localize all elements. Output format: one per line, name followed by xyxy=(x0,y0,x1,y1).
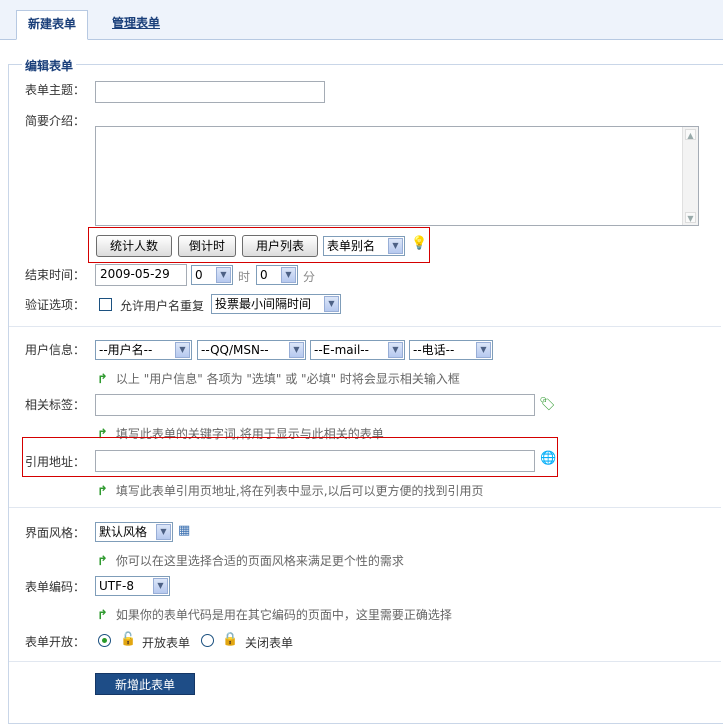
user-list-button[interactable]: 用户列表 xyxy=(242,235,318,257)
minute-value: 0 xyxy=(260,268,268,282)
tag-icon[interactable]: 🏷 xyxy=(539,398,556,412)
vote-interval-select[interactable]: 投票最小间隔时间 ▼ xyxy=(211,294,341,314)
encoding-hint-text: 如果你的表单代码是用在其它编码的页面中，这里需要正确选择 xyxy=(115,608,452,622)
ref-url-hint: ↱ 填写此表单引用页地址,将在列表中显示,以后可以更方便的找到引用页 xyxy=(97,482,484,499)
end-date-input[interactable]: 2009-05-29 xyxy=(95,264,187,286)
hour-value: 0 xyxy=(195,268,203,282)
hint-arrow-icon: ↱ xyxy=(97,484,108,499)
encoding-value: UTF-8 xyxy=(99,579,134,593)
open-label: 表单开放： xyxy=(25,635,86,649)
encoding-hint: ↱ 如果你的表单代码是用在其它编码的页面中，这里需要正确选择 xyxy=(97,606,452,623)
hint-arrow-icon: ↱ xyxy=(97,554,108,569)
ref-url-label: 引用地址： xyxy=(25,455,86,469)
allow-dup-label: 允许用户名重复 xyxy=(120,299,205,313)
style-select[interactable]: 默认风格 ▼ xyxy=(95,522,173,542)
userinfo-phone-value: --电话-- xyxy=(413,343,455,357)
verify-label: 验证选项： xyxy=(25,298,86,312)
userinfo-username-select[interactable]: --用户名-- ▼ xyxy=(95,340,192,360)
globe-icon[interactable]: 🌐 xyxy=(540,452,556,466)
chevron-down-icon: ▼ xyxy=(388,238,403,254)
chevron-down-icon: ▼ xyxy=(175,342,190,358)
tags-label: 相关标签： xyxy=(25,398,86,412)
style-hint-text: 你可以在这里选择合适的页面风格来满足更个性的需求 xyxy=(115,554,404,568)
hint-arrow-icon: ↱ xyxy=(97,372,108,387)
encoding-label: 表单编码： xyxy=(25,580,86,594)
chevron-down-icon: ▼ xyxy=(324,296,339,312)
userinfo-qq-value: --QQ/MSN-- xyxy=(201,343,269,357)
scroll-down-icon[interactable]: ▼ xyxy=(685,212,696,223)
vote-interval-value: 投票最小间隔时间 xyxy=(215,297,312,311)
tags-input[interactable] xyxy=(95,394,535,416)
chevron-down-icon: ▼ xyxy=(289,342,304,358)
allow-dup-checkbox[interactable] xyxy=(99,298,112,311)
submit-button[interactable]: 新增此表单 xyxy=(95,673,195,695)
chevron-down-icon: ▼ xyxy=(476,342,491,358)
ref-url-input[interactable] xyxy=(95,450,535,472)
hint-arrow-icon: ↱ xyxy=(97,608,108,623)
chevron-down-icon: ▼ xyxy=(281,267,296,283)
userinfo-qq-select[interactable]: --QQ/MSN-- ▼ xyxy=(197,340,306,360)
divider xyxy=(9,326,721,327)
form-alias-select[interactable]: 表单别名 ▼ xyxy=(323,236,405,256)
tab-new-form[interactable]: 新建表单 xyxy=(16,10,88,40)
chevron-down-icon: ▼ xyxy=(216,267,231,283)
userinfo-label: 用户信息： xyxy=(25,343,86,357)
open-form-radio[interactable] xyxy=(98,634,111,647)
userinfo-hint-text: 以上 "用户信息" 各项为 "选填" 或 "必填" 时将会显示相关输入框 xyxy=(115,372,460,386)
encoding-select[interactable]: UTF-8 ▼ xyxy=(95,576,170,596)
open-form-label: 开放表单 xyxy=(142,636,191,650)
count-users-button[interactable]: 统计人数 xyxy=(96,235,172,257)
chevron-down-icon: ▼ xyxy=(153,578,168,594)
style-label: 界面风格： xyxy=(25,526,86,540)
intro-textarea[interactable]: ▲ ▼ xyxy=(95,126,699,226)
lock-icon: 🔒 xyxy=(222,632,239,647)
fieldset-legend: 编辑表单 xyxy=(22,57,77,74)
end-time-label: 结束时间： xyxy=(25,268,86,282)
form-alias-value: 表单别名 xyxy=(327,239,376,253)
ref-url-hint-text: 填写此表单引用页地址,将在列表中显示,以后可以更方便的找到引用页 xyxy=(115,484,484,498)
hour-unit: 时 xyxy=(238,270,251,284)
lightbulb-icon[interactable]: 💡 xyxy=(411,237,427,251)
tab-manage-forms[interactable]: 管理表单 xyxy=(100,10,172,40)
userinfo-hint: ↱ 以上 "用户信息" 各项为 "选填" 或 "必填" 时将会显示相关输入框 xyxy=(97,370,460,387)
textarea-scrollbar[interactable]: ▲ ▼ xyxy=(682,127,698,225)
close-form-label: 关闭表单 xyxy=(245,636,294,650)
countdown-button[interactable]: 倒计时 xyxy=(178,235,236,257)
minute-select[interactable]: 0 ▼ xyxy=(256,265,298,285)
close-form-radio[interactable] xyxy=(201,634,214,647)
subject-label: 表单主题： xyxy=(25,83,86,97)
chevron-down-icon: ▼ xyxy=(156,524,171,540)
userinfo-username-value: --用户名-- xyxy=(99,343,153,357)
unlock-icon: 🔓 xyxy=(120,632,137,647)
scroll-up-icon[interactable]: ▲ xyxy=(685,129,696,140)
userinfo-phone-select[interactable]: --电话-- ▼ xyxy=(409,340,493,360)
style-hint: ↱ 你可以在这里选择合适的页面风格来满足更个性的需求 xyxy=(97,552,404,569)
subject-input[interactable] xyxy=(95,81,325,103)
intro-label: 简要介绍： xyxy=(25,114,86,128)
hour-select[interactable]: 0 ▼ xyxy=(191,265,233,285)
chevron-down-icon: ▼ xyxy=(388,342,403,358)
preview-grid-icon[interactable]: ▦ xyxy=(178,524,190,538)
style-value: 默认风格 xyxy=(99,525,148,539)
divider xyxy=(9,661,721,662)
minute-unit: 分 xyxy=(303,270,316,284)
userinfo-email-value: --E-mail-- xyxy=(314,343,369,357)
divider xyxy=(9,507,721,508)
userinfo-email-select[interactable]: --E-mail-- ▼ xyxy=(310,340,405,360)
